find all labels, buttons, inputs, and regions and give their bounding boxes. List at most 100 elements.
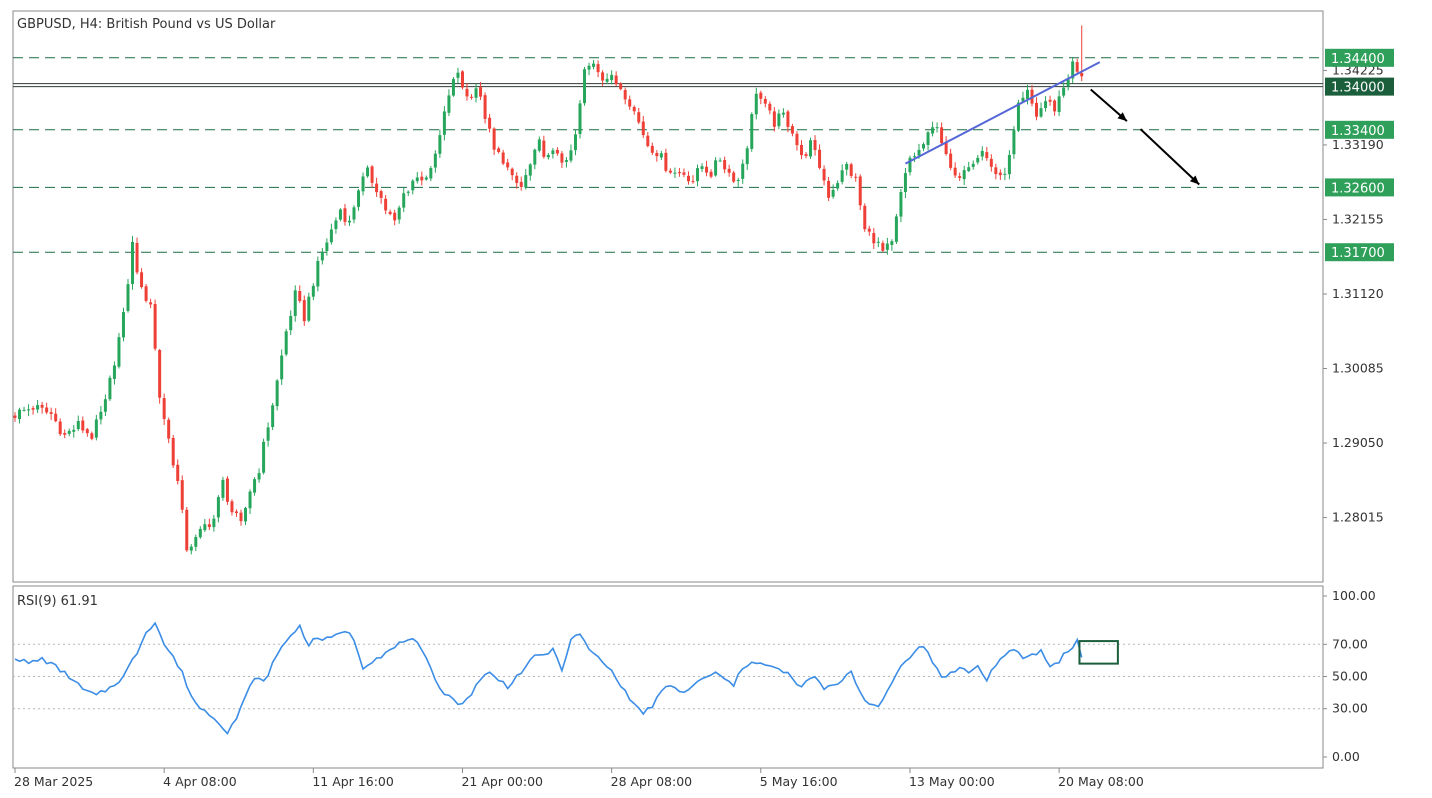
candle-body <box>949 153 953 168</box>
candle-body <box>867 228 871 232</box>
time-tick-label: 11 Apr 16:00 <box>312 774 394 789</box>
candle-body <box>501 152 505 164</box>
candle-body <box>370 166 374 183</box>
candle-body <box>754 93 758 115</box>
candle-body <box>858 176 862 206</box>
candle-body <box>456 72 460 78</box>
candle-body <box>131 241 135 284</box>
candle-body <box>343 208 347 222</box>
candle-body <box>668 170 672 173</box>
candle-body <box>718 160 722 162</box>
candle-body <box>578 103 582 135</box>
candle-body <box>108 377 112 400</box>
candle-body <box>759 92 763 99</box>
candle-body <box>221 479 225 498</box>
price-pane-frame <box>12 10 1324 583</box>
candle-body <box>126 284 130 311</box>
candle-body <box>745 148 749 165</box>
candle-body <box>750 114 754 149</box>
candle-body <box>569 150 573 161</box>
candle-body <box>144 286 148 301</box>
rsi-label: RSI(9) 61.91 <box>17 594 98 609</box>
candle-body <box>293 290 297 316</box>
candle-body <box>22 409 26 411</box>
candle-body <box>813 140 817 150</box>
candle-body <box>158 350 162 398</box>
time-tick-label: 20 May 08:00 <box>1058 774 1144 789</box>
candle-body <box>836 183 840 189</box>
candle-body <box>795 133 799 146</box>
candle-body <box>361 176 365 192</box>
candle-body <box>632 106 636 112</box>
candle-body <box>818 149 822 168</box>
candle-body <box>673 172 677 174</box>
candle-body <box>347 220 351 223</box>
candle-body <box>397 207 401 220</box>
candle-body <box>646 135 650 147</box>
level-badge-label-1: 1.34000 <box>1331 81 1385 96</box>
candle-body <box>605 78 609 82</box>
time-axis: 28 Mar 2025 4 Apr 08:00 11 Apr 16:00 21 Apr… <box>14 768 1144 789</box>
candle-body <box>682 172 686 175</box>
candle-body <box>655 152 659 157</box>
candle-body <box>822 168 826 181</box>
candle-body <box>36 405 40 410</box>
candle-body <box>872 233 876 244</box>
candle-body <box>827 180 831 198</box>
candle-body <box>112 365 116 379</box>
candle-body <box>357 190 361 207</box>
candle-body <box>76 421 80 430</box>
candle-body <box>415 177 419 182</box>
candle-body <box>980 150 984 157</box>
time-tick-label: 4 Apr 08:00 <box>163 774 237 789</box>
candle-body <box>320 251 324 261</box>
candle-body <box>686 175 690 182</box>
candle-body <box>958 176 962 178</box>
candle-body <box>515 175 519 183</box>
candle-body <box>81 420 85 431</box>
candle-body <box>90 433 94 439</box>
time-tick-label: 5 May 16:00 <box>760 774 838 789</box>
candle-body <box>171 437 175 466</box>
candle-body <box>601 72 605 81</box>
candle-body <box>470 96 474 98</box>
candle-body <box>302 300 306 322</box>
candle-body <box>72 429 76 432</box>
candle-body <box>537 139 541 151</box>
candle-body <box>334 220 338 230</box>
candle-body <box>922 144 926 149</box>
rsi-tick-label: 100.00 <box>1332 588 1376 603</box>
time-tick-label: 28 Mar 2025 <box>14 774 93 789</box>
candle-body <box>985 152 989 159</box>
candle-body <box>863 205 867 230</box>
candle-body <box>424 177 428 180</box>
rsi-axis: 100.00 70.00 50.00 30.00 0.00 <box>1323 588 1376 764</box>
candle-body <box>483 95 487 119</box>
candle-body <box>379 191 383 198</box>
candle-body <box>1057 96 1061 112</box>
candle-body <box>433 153 437 168</box>
candle-body <box>366 167 370 177</box>
candle-body <box>1053 100 1057 112</box>
candle-body <box>790 126 794 134</box>
candle-body <box>121 312 125 338</box>
candle-body <box>216 497 220 518</box>
candle-body <box>732 172 736 182</box>
rsi-tick-label: 70.00 <box>1332 636 1368 651</box>
candle-body <box>768 103 772 111</box>
candle-body <box>610 74 614 81</box>
candle-body <box>583 69 587 104</box>
candle-body <box>804 154 808 156</box>
level-price-badges: 1.34400 1.34000 1.33400 1.32600 1.31700 <box>1325 48 1394 262</box>
chart-canvas: 1.342251.331901.321551.311201.300851.290… <box>12 10 1394 789</box>
candle-body <box>406 191 410 193</box>
candle-body <box>474 88 478 98</box>
candle-body <box>506 162 510 168</box>
candle-body <box>375 183 379 193</box>
candle-body <box>894 216 898 242</box>
candle-body <box>709 171 713 177</box>
candle-body <box>885 243 889 250</box>
candle-body <box>185 509 189 551</box>
candle-body <box>555 149 559 154</box>
level-badge-label-4: 1.31700 <box>1331 246 1385 261</box>
